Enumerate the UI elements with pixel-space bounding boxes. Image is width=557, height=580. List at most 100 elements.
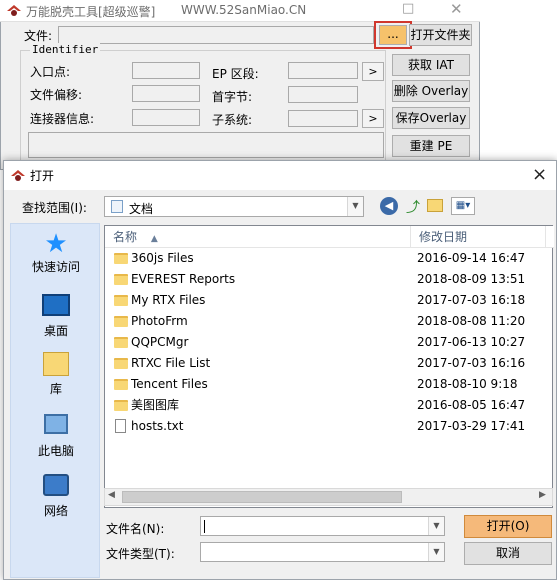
- place-network[interactable]: 网络: [11, 472, 101, 519]
- subsystem-arrow-button[interactable]: >: [362, 109, 384, 128]
- file-date: 2016-08-05 16:47: [417, 398, 526, 412]
- list-item[interactable]: hosts.txt 2017-03-29 17:41: [105, 416, 554, 437]
- new-folder-icon[interactable]: [427, 199, 443, 212]
- file-date: 2018-08-09 13:51: [417, 272, 526, 286]
- list-item[interactable]: EVEREST Reports 2018-08-09 13:51: [105, 269, 554, 290]
- folder-icon: [114, 274, 128, 285]
- computer-icon: [44, 414, 68, 434]
- place-desktop[interactable]: 桌面: [11, 292, 101, 339]
- info-output-box: [28, 132, 384, 158]
- view-menu-icon[interactable]: ▦▾: [451, 197, 475, 215]
- list-item[interactable]: PhotoFrm 2018-08-08 11:20: [105, 311, 554, 332]
- scrollbar-thumb[interactable]: [122, 491, 402, 503]
- place-label: 网络: [43, 504, 68, 518]
- first-byte-field: [288, 86, 358, 103]
- up-folder-icon[interactable]: ⤴: [404, 197, 422, 216]
- scroll-left-icon[interactable]: ◀: [108, 490, 115, 500]
- maximize-icon[interactable]: □: [402, 1, 414, 16]
- file-path-field[interactable]: [58, 26, 374, 44]
- identifier-group-label: Identifier: [30, 43, 101, 56]
- folder-icon: [114, 379, 128, 390]
- cancel-button[interactable]: 取消: [464, 542, 552, 565]
- file-date: 2018-08-08 11:20: [417, 314, 526, 328]
- linker-info-label: 连接器信息:: [30, 112, 95, 126]
- filetype-label: 文件类型(T):: [106, 547, 175, 561]
- dialog-title: 打开: [30, 169, 55, 183]
- chevron-down-icon[interactable]: ▼: [428, 517, 444, 535]
- column-header-name[interactable]: 名称 ▲: [105, 226, 411, 248]
- dialog-titlebar: 打开 ×: [4, 161, 556, 190]
- dialog-close-icon[interactable]: ×: [532, 164, 547, 185]
- list-item[interactable]: 美图图库 2016-08-05 16:47: [105, 395, 554, 416]
- folder-icon: [114, 253, 128, 264]
- file-name: PhotoFrm: [131, 314, 188, 328]
- look-in-value: 文档: [129, 202, 154, 216]
- scroll-right-icon[interactable]: ▶: [539, 490, 546, 500]
- folder-icon: [114, 400, 128, 411]
- ep-section-field: [288, 62, 358, 79]
- column-date-label: 修改日期: [419, 230, 468, 244]
- open-button[interactable]: 打开(O): [464, 515, 552, 538]
- delete-overlay-button[interactable]: 删除 Overlay: [392, 80, 470, 102]
- entry-point-field: [132, 62, 200, 79]
- file-date: 2017-07-03 16:16: [417, 356, 526, 370]
- file-offset-label: 文件偏移:: [30, 88, 83, 102]
- file-name: RTXC File List: [131, 356, 211, 370]
- file-name: My RTX Files: [131, 293, 206, 307]
- file-date: 2018-08-10 9:18: [417, 377, 518, 391]
- library-icon: [43, 352, 69, 376]
- rebuild-pe-button[interactable]: 重建 PE: [392, 135, 470, 157]
- file-name: 美图图库: [131, 398, 180, 412]
- filetype-select[interactable]: ▼: [200, 542, 445, 562]
- file-name: EVEREST Reports: [131, 272, 236, 286]
- file-date: 2017-03-29 17:41: [417, 419, 526, 433]
- list-item[interactable]: RTXC File List 2017-07-03 16:16: [105, 353, 554, 374]
- open-folder-button[interactable]: 打开文件夹: [409, 24, 472, 46]
- folder-icon: [114, 337, 128, 348]
- place-label: 快速访问: [31, 260, 80, 274]
- list-item[interactable]: 360js Files 2016-09-14 16:47: [105, 248, 554, 269]
- place-libraries[interactable]: 库: [11, 352, 101, 397]
- place-this-pc[interactable]: 此电脑: [11, 412, 101, 459]
- file-date: 2016-09-14 16:47: [417, 251, 526, 265]
- filename-input[interactable]: ▼: [200, 516, 445, 536]
- file-label: 文件:: [24, 29, 53, 43]
- place-label: 库: [49, 382, 62, 396]
- back-icon[interactable]: ◀: [380, 197, 398, 215]
- chevron-down-icon[interactable]: ▼: [428, 543, 444, 561]
- file-date: 2017-07-03 16:18: [417, 293, 526, 307]
- place-quick-access[interactable]: ★ 快速访问: [11, 230, 101, 275]
- app-logo-icon: [10, 168, 26, 182]
- place-label: 此电脑: [37, 444, 74, 458]
- subsystem-field: [288, 110, 358, 127]
- get-iat-button[interactable]: 获取 IAT: [392, 54, 470, 76]
- file-name: hosts.txt: [131, 419, 184, 433]
- horizontal-scrollbar[interactable]: ◀ ▶: [104, 488, 553, 506]
- ep-section-arrow-button[interactable]: >: [362, 62, 384, 81]
- folder-icon: [114, 358, 128, 369]
- save-overlay-button[interactable]: 保存Overlay: [392, 107, 470, 129]
- documents-icon: [111, 200, 123, 213]
- list-item[interactable]: Tencent Files 2018-08-10 9:18: [105, 374, 554, 395]
- app-title: 万能脱壳工具[超级巡警]: [26, 5, 156, 19]
- list-item[interactable]: My RTX Files 2017-07-03 16:18: [105, 290, 554, 311]
- sort-ascending-icon: ▲: [150, 234, 158, 244]
- linker-info-field: [132, 109, 200, 126]
- file-name: QQPCMgr: [131, 335, 189, 349]
- look-in-label: 查找范围(I):: [22, 201, 87, 215]
- list-item[interactable]: QQPCMgr 2017-06-13 10:27: [105, 332, 554, 353]
- desktop-icon: [42, 294, 70, 316]
- column-name-label: 名称: [113, 230, 138, 244]
- column-header-date[interactable]: 修改日期: [411, 226, 546, 248]
- app-logo-icon: [6, 3, 22, 17]
- background-titlebar: 万能脱壳工具[超级巡警] WWW.52SanMiao.CN □ ✕: [0, 0, 480, 22]
- browse-button[interactable]: ...: [379, 25, 407, 45]
- filename-label: 文件名(N):: [106, 522, 165, 536]
- chevron-down-icon[interactable]: ▼: [347, 197, 363, 216]
- file-list: 名称 ▲ 修改日期 360js Files 2016-09-14 16:47 EV…: [104, 225, 554, 508]
- look-in-combo[interactable]: 文档 ▼: [104, 196, 364, 217]
- network-icon: [43, 474, 69, 496]
- column-header-extra[interactable]: [546, 226, 554, 248]
- close-icon[interactable]: ✕: [450, 0, 463, 18]
- app-url: WWW.52SanMiao.CN: [181, 3, 307, 17]
